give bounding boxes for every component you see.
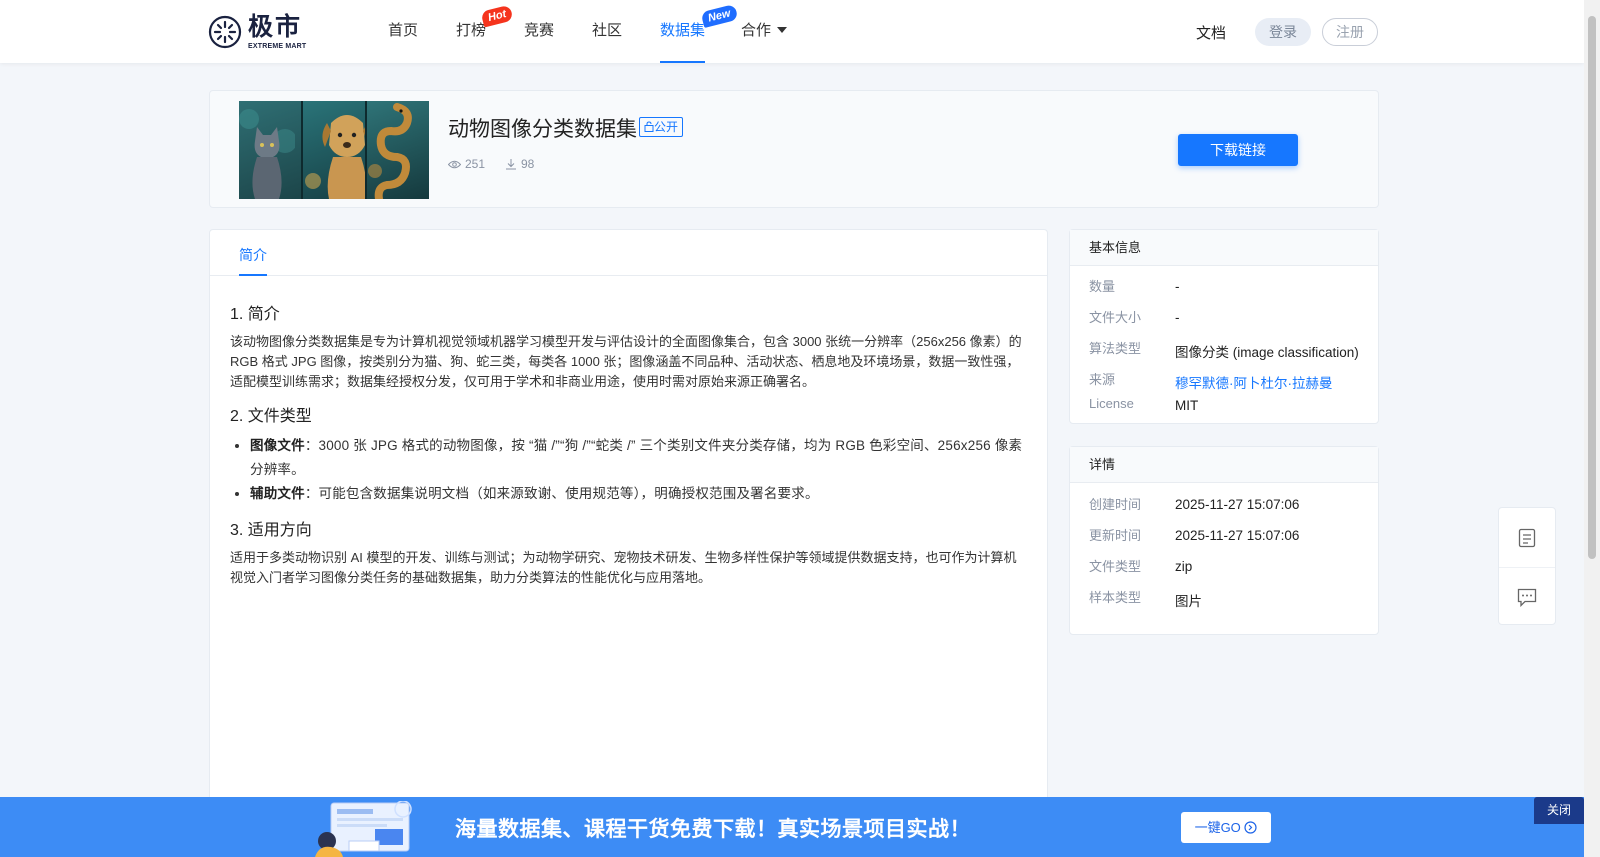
nav-cooperation[interactable]: 合作 — [741, 0, 788, 63]
tab-bar: 简介 — [210, 230, 1047, 276]
dog-figure — [305, 115, 365, 199]
docs-link[interactable]: 文档 — [1196, 22, 1226, 43]
usage-paragraph: 适用于多类动物识别 AI 模型的开发、训练与测试；为动物学研究、宠物技术研发、生… — [230, 550, 1017, 585]
main-nav: 首页 打榜 Hot 竞赛 社区 数据集 New 合作 — [368, 0, 976, 63]
source-link[interactable]: 穆罕默德·阿卜杜尔·拉赫曼 — [1175, 372, 1333, 392]
arrow-circle-icon — [1244, 821, 1258, 834]
basic-info-title: 基本信息 — [1070, 230, 1378, 266]
cover-panel-dog — [301, 101, 365, 199]
section-heading-filetype: 2. 文件类型 — [230, 408, 312, 425]
chat-icon — [1517, 588, 1537, 607]
logo-mark-icon — [208, 15, 242, 49]
floating-toolbar — [1498, 507, 1556, 625]
description-content: 1. 简介 该动物图像分类数据集是专为计算机视觉领域机器学习模型开发与评估设计的… — [210, 276, 1047, 588]
intro-paragraph: 该动物图像分类数据集是专为计算机视觉领域机器学习模型开发与评估设计的全面图像集合… — [230, 334, 1022, 389]
chevron-down-icon — [777, 27, 788, 33]
lock-icon — [644, 121, 654, 132]
document-button[interactable] — [1499, 508, 1555, 567]
document-icon — [1518, 528, 1536, 547]
info-row-filesize: 文件大小 - — [1089, 310, 1180, 325]
view-count: 251 — [448, 157, 485, 171]
detail-row-filetype: 文件类型 zip — [1089, 559, 1193, 574]
cover-panel-cat — [239, 101, 301, 199]
eye-icon — [448, 160, 461, 168]
dataset-header-card: 动物图像分类数据集 公开 251 98 下载链接 — [209, 90, 1379, 208]
detail-row-created: 创建时间 2025-11-27 15:07:06 — [1089, 497, 1300, 512]
promo-banner: 海量数据集、课程干货免费下载！真实场景项目实战！ 一键GO — [0, 797, 1584, 857]
banner-close-button[interactable]: 关闭 — [1534, 797, 1584, 824]
hot-badge: Hot — [480, 4, 514, 28]
site-logo[interactable]: 极市 EXTREME MART — [207, 13, 311, 51]
dataset-title: 动物图像分类数据集 — [448, 118, 637, 141]
info-row-count: 数量 - — [1089, 279, 1180, 294]
new-badge: New — [700, 4, 739, 28]
scrollbar-thumb[interactable] — [1588, 16, 1596, 559]
list-item: 辅助文件：可能包含数据集说明文档（如来源致谢、使用规范等），明确授权范围及署名要… — [250, 482, 1027, 506]
nav-competition[interactable]: 竞赛 — [524, 0, 554, 63]
cover-panel-snake — [365, 101, 429, 199]
basic-info-card: 基本信息 数量 - 文件大小 - 算法类型 图像分类 (image classific… — [1069, 229, 1379, 424]
logo-title: 极市 — [248, 12, 303, 41]
banner-go-button[interactable]: 一键GO — [1181, 812, 1271, 843]
detail-row-sampletype: 样本类型 图片 — [1089, 590, 1202, 609]
section-heading-usage: 3. 适用方向 — [230, 522, 312, 539]
info-row-source: 来源 穆罕默德·阿卜杜尔·拉赫曼 — [1089, 372, 1333, 392]
banner-text: 海量数据集、课程干货免费下载！真实场景项目实战！ — [455, 818, 971, 841]
download-link-button[interactable]: 下载链接 — [1178, 134, 1298, 166]
logo-subtitle: EXTREME MART — [248, 42, 307, 50]
info-row-license: License MIT — [1089, 396, 1199, 413]
info-row-algorithm: 算法类型 图像分类 (image classification) — [1089, 341, 1359, 360]
dataset-cover-image — [239, 101, 429, 199]
detail-row-updated: 更新时间 2025-11-27 15:07:06 — [1089, 528, 1300, 543]
feedback-button[interactable] — [1499, 567, 1555, 626]
nav-home[interactable]: 首页 — [388, 0, 418, 63]
nav-datasets[interactable]: 数据集 New — [660, 0, 739, 63]
description-card: 简介 1. 简介 该动物图像分类数据集是专为计算机视觉领域机器学习模型开发与评估… — [209, 229, 1048, 857]
register-button[interactable]: 注册 — [1322, 18, 1378, 46]
tab-intro[interactable]: 简介 — [239, 245, 267, 276]
login-button[interactable]: 登录 — [1255, 18, 1311, 46]
details-title: 详情 — [1070, 447, 1378, 483]
download-icon — [506, 159, 516, 170]
page-scrollbar[interactable] — [1584, 0, 1600, 857]
section-heading-intro: 1. 简介 — [230, 306, 280, 323]
top-header: 极市 EXTREME MART 首页 打榜 Hot 竞赛 社区 数据集 New … — [0, 0, 1584, 63]
nav-community[interactable]: 社区 — [592, 0, 622, 63]
cat-figure — [239, 109, 297, 199]
snake-figure — [368, 103, 412, 199]
details-card: 详情 创建时间 2025-11-27 15:07:06 更新时间 2025-11-2… — [1069, 446, 1379, 635]
download-count: 98 — [505, 157, 534, 171]
visibility-badge: 公开 — [639, 117, 684, 137]
filetype-list: 图像文件：3000 张 JPG 格式的动物图像，按 “猫 /”“狗 /”“蛇类 … — [230, 434, 1027, 506]
banner-illustration — [315, 801, 412, 857]
list-item: 图像文件：3000 张 JPG 格式的动物图像，按 “猫 /”“狗 /”“蛇类 … — [250, 434, 1027, 482]
nav-leaderboard[interactable]: 打榜 Hot — [456, 0, 514, 63]
